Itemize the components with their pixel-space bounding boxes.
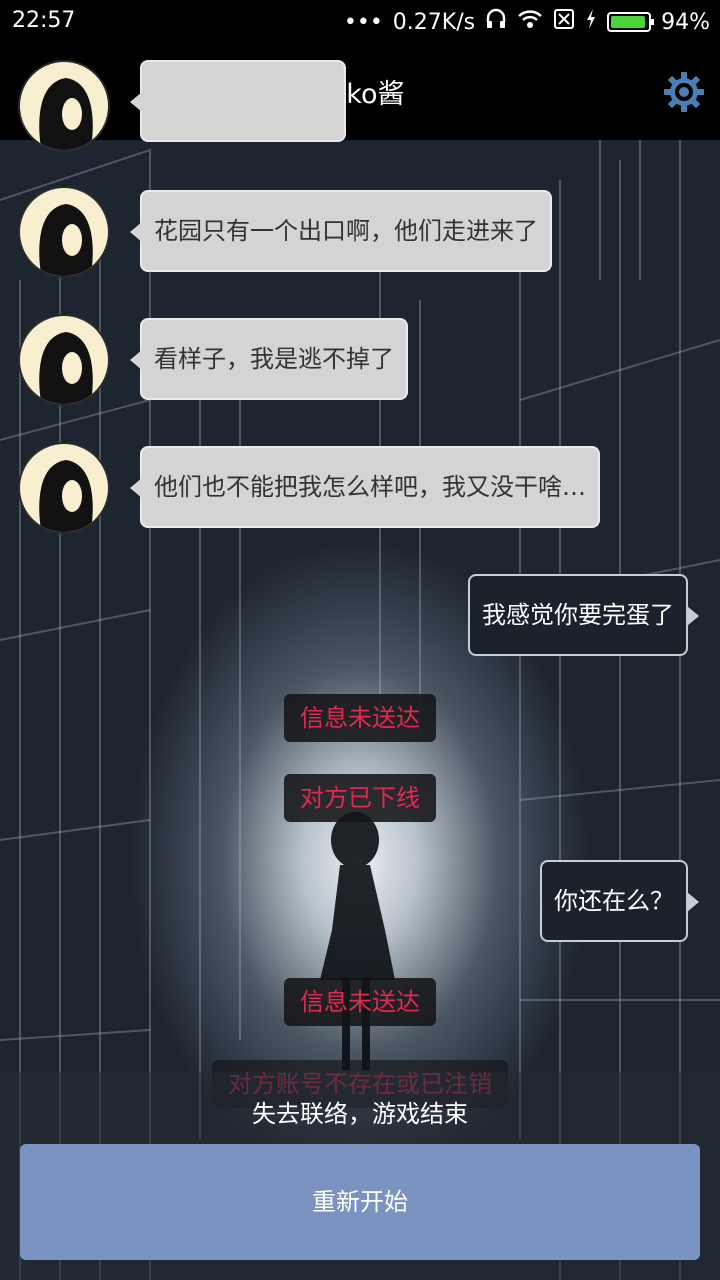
battery-icon — [607, 12, 655, 32]
avatar[interactable] — [18, 60, 110, 152]
headset-icon — [485, 8, 507, 36]
status-time: 22:57 — [12, 8, 76, 33]
avatar[interactable] — [18, 442, 110, 534]
sim-off-icon — [553, 8, 575, 36]
system-message: 信息未送达 — [284, 694, 436, 742]
gear-icon[interactable] — [662, 70, 706, 114]
system-message: 对方已下线 — [284, 774, 436, 822]
game-over-text: 失去联络，游戏结束 — [252, 1100, 468, 1128]
status-bar: 22:57 ••• 0.27K/s 94% — [0, 0, 720, 44]
chat-bubble-outgoing: 你还在么？ — [540, 860, 699, 942]
chat-bubble-incoming: 花园只有一个出口啊，他们走进来了 — [130, 190, 552, 272]
status-icons: ••• 0.27K/s 94% — [344, 8, 710, 36]
chat-bubble-incoming — [130, 60, 346, 142]
restart-button[interactable]: 重新开始 — [20, 1144, 700, 1260]
battery-percent: 94% — [661, 9, 710, 35]
charging-bolt-icon — [585, 8, 597, 36]
more-dots-icon: ••• — [343, 9, 383, 35]
wifi-icon — [517, 8, 543, 36]
chat-bubble-outgoing: 我感觉你要完蛋了 — [468, 574, 699, 656]
avatar[interactable] — [18, 186, 110, 278]
chat-bubble-incoming: 他们也不能把我怎么样吧，我又没干啥… — [130, 446, 600, 528]
system-message: 信息未送达 — [284, 978, 436, 1026]
avatar[interactable] — [18, 314, 110, 406]
chat-bubble-incoming: 看样子，我是逃不掉了 — [130, 318, 408, 400]
network-speed: 0.27K/s — [392, 9, 476, 35]
